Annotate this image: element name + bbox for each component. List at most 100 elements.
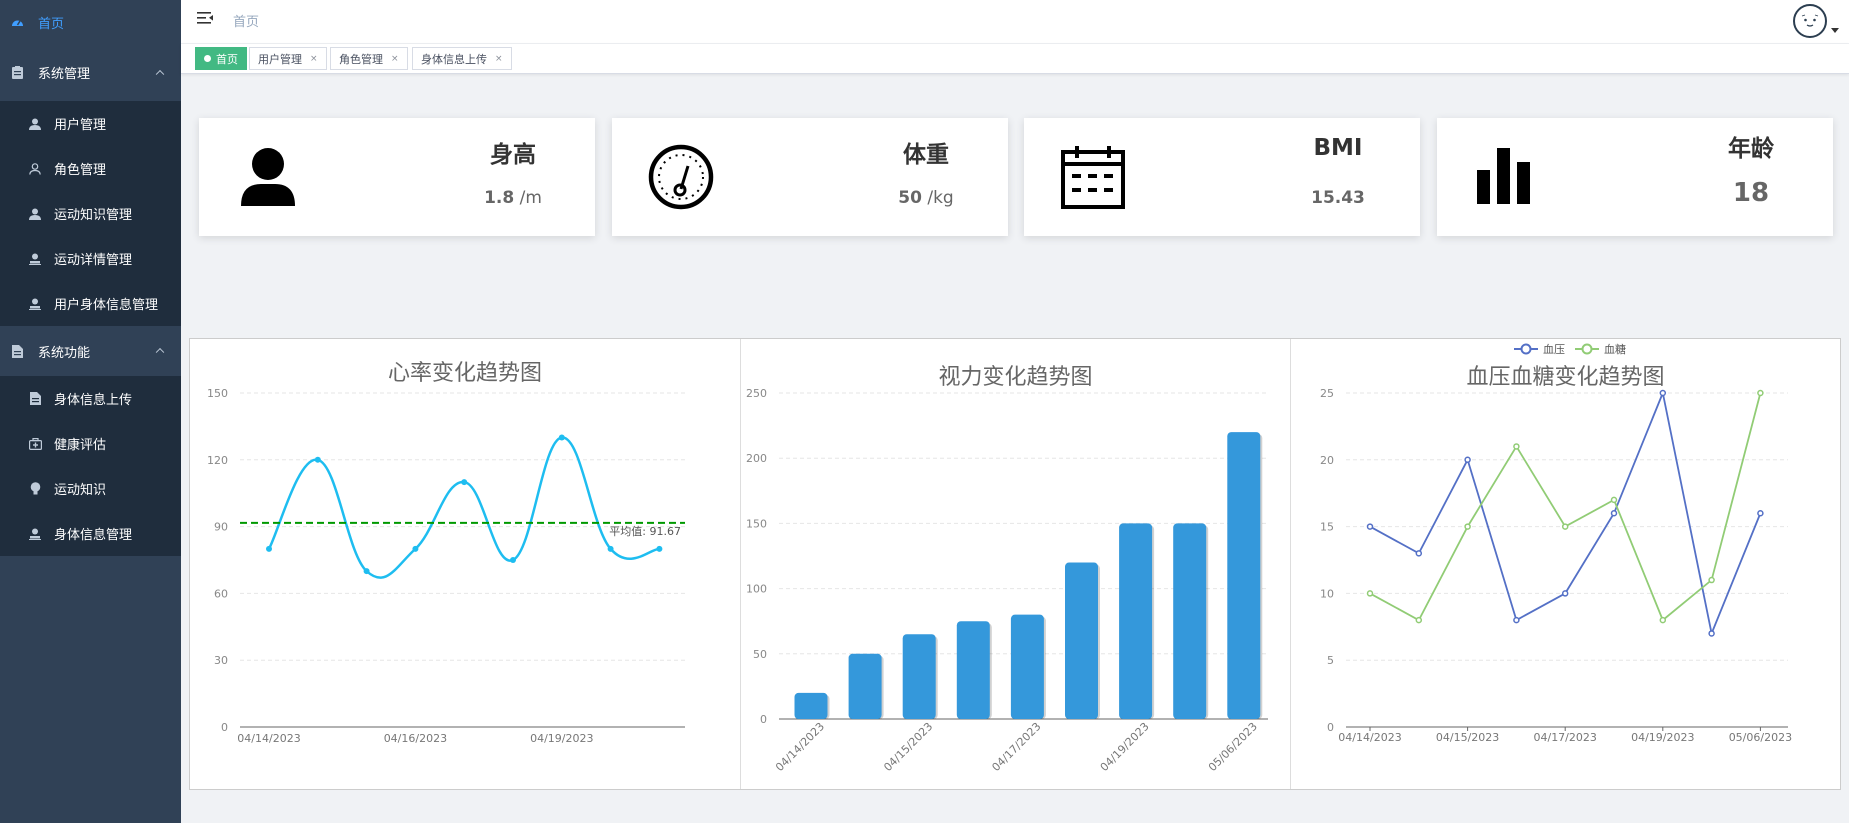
bar bbox=[1065, 562, 1098, 719]
charts-panel: 心率变化趋势图 0 30 60 90 120 150 平均值: 91.67 04/14/202… bbox=[189, 338, 1841, 790]
data-point bbox=[1659, 616, 1667, 624]
x-tick-label: 05/06/2023 bbox=[1206, 720, 1260, 774]
vision-chart: 视力变化趋势图 0 50 100 150 200 250 04/14/2023 04/15/2… bbox=[740, 339, 1290, 789]
heart-rate-line bbox=[267, 436, 660, 579]
tag-body-info-upload[interactable]: 身体信息上传 × bbox=[412, 47, 512, 70]
x-tick-label: 04/17/2023 bbox=[1533, 731, 1596, 744]
data-point bbox=[1513, 443, 1520, 450]
bar bbox=[794, 692, 828, 719]
user-stamp-icon bbox=[28, 297, 42, 311]
card-bmi: BMI 15.43 bbox=[1024, 118, 1420, 236]
card-value: 15.43 bbox=[1311, 188, 1365, 208]
y-tick-label: 0 bbox=[760, 713, 767, 726]
sidebar-item-home[interactable]: 首页 bbox=[0, 0, 181, 44]
data-point bbox=[1415, 616, 1423, 624]
tag-home[interactable]: 首页 bbox=[195, 47, 247, 70]
caret-down-icon[interactable] bbox=[1831, 28, 1839, 33]
sidebar-item-label: 用户身体信息管理 bbox=[54, 298, 159, 313]
x-tick-label: 04/19/2023 bbox=[1098, 720, 1152, 774]
y-tick-label: 150 bbox=[207, 387, 228, 400]
tags-view: 首页 用户管理 × 角色管理 × 身体信息上传 × bbox=[181, 44, 1849, 74]
person-icon bbox=[235, 144, 301, 210]
legend-marker bbox=[1520, 343, 1532, 355]
data-point bbox=[558, 434, 565, 441]
x-tick-label: 05/06/2023 bbox=[1729, 731, 1792, 744]
data-point bbox=[607, 545, 614, 552]
sidebar-item-label: 用户管理 bbox=[54, 118, 107, 133]
y-tick-label: 0 bbox=[221, 721, 228, 734]
sidebar: 首页 系统管理 用户管理 角色管理 运动知识管理 运动详情管理 用户身体信息管理 bbox=[0, 0, 181, 823]
close-icon[interactable]: × bbox=[310, 54, 318, 64]
submenu-system-function: 身体信息上传 健康评估 运动知识 身体信息管理 bbox=[0, 376, 181, 556]
y-tick-label: 150 bbox=[746, 517, 767, 530]
card-title: 体重 bbox=[903, 142, 949, 168]
sidebar-item-role-manage[interactable]: 角色管理 bbox=[0, 146, 181, 191]
chart-title: 心率变化趋势图 bbox=[387, 361, 542, 386]
data-point bbox=[363, 568, 370, 575]
legend-label: 血糖 bbox=[1604, 342, 1626, 356]
y-tick-label: 30 bbox=[214, 654, 228, 667]
bp-sugar-chart: 血压血糖变化趋势图 0 5 10 15 20 25 04/14/2023 04/15/2023… bbox=[1290, 339, 1840, 789]
x-tick-label: 04/17/2023 bbox=[989, 720, 1043, 774]
sidebar-item-exercise-knowledge[interactable]: 运动知识 bbox=[0, 466, 181, 511]
bar bbox=[1227, 432, 1261, 719]
lightbulb-icon bbox=[28, 482, 42, 496]
legend-marker bbox=[1581, 343, 1593, 355]
legend-label: 血压 bbox=[1543, 342, 1565, 356]
data-point bbox=[1366, 590, 1374, 597]
dashboard-icon bbox=[10, 15, 24, 29]
hamburger-menu-icon[interactable] bbox=[197, 10, 215, 28]
data-point bbox=[1464, 523, 1471, 530]
user-stamp-icon bbox=[28, 527, 42, 541]
sidebar-item-label: 运动知识 bbox=[54, 483, 107, 498]
document-icon bbox=[28, 392, 42, 406]
bar bbox=[1010, 614, 1044, 719]
tag-user-manage[interactable]: 用户管理 × bbox=[249, 47, 327, 70]
data-point bbox=[1659, 389, 1667, 397]
medical-kit-icon bbox=[28, 437, 42, 451]
data-point bbox=[1708, 630, 1715, 637]
sidebar-group-system-function[interactable]: 系统功能 bbox=[0, 326, 181, 376]
data-point bbox=[1561, 590, 1569, 597]
chevron-up-icon bbox=[155, 69, 165, 78]
user-outline-icon bbox=[28, 162, 42, 176]
card-title: 身高 bbox=[490, 142, 536, 168]
x-tick-label: 04/15/2023 bbox=[1436, 731, 1499, 744]
chevron-up-icon bbox=[155, 347, 165, 357]
sidebar-item-label: 首页 bbox=[38, 16, 65, 32]
tag-label: 角色管理 bbox=[339, 52, 383, 66]
bar bbox=[848, 653, 882, 719]
card-value: 1.8 /m bbox=[484, 188, 542, 208]
close-icon[interactable]: × bbox=[391, 54, 399, 64]
sidebar-item-exercise-knowledge-manage[interactable]: 运动知识管理 bbox=[0, 191, 181, 236]
data-point bbox=[656, 545, 663, 552]
data-point bbox=[1610, 509, 1618, 517]
tag-label: 身体信息上传 bbox=[421, 52, 487, 66]
data-point bbox=[1757, 389, 1764, 397]
breadcrumb[interactable]: 首页 bbox=[233, 11, 259, 30]
x-tick-label: 04/15/2023 bbox=[881, 720, 935, 774]
data-point bbox=[412, 545, 419, 552]
y-tick-label: 15 bbox=[1320, 521, 1334, 534]
sidebar-item-label: 身体信息上传 bbox=[54, 393, 133, 408]
x-tick-label: 04/19/2023 bbox=[1631, 731, 1694, 744]
data-point bbox=[1513, 616, 1520, 624]
sidebar-item-user-manage[interactable]: 用户管理 bbox=[0, 101, 181, 146]
card-age: 年龄 18 bbox=[1437, 118, 1833, 236]
sidebar-item-body-info-manage[interactable]: 身体信息管理 bbox=[0, 511, 181, 556]
bar-chart-icon bbox=[1475, 148, 1541, 214]
sidebar-item-health-assessment[interactable]: 健康评估 bbox=[0, 421, 181, 466]
sidebar-item-user-body-info-manage[interactable]: 用户身体信息管理 bbox=[0, 281, 181, 326]
sidebar-item-body-info-upload[interactable]: 身体信息上传 bbox=[0, 376, 181, 421]
gauge-icon bbox=[648, 144, 714, 210]
active-dot-icon bbox=[204, 55, 211, 62]
avatar[interactable] bbox=[1793, 4, 1827, 38]
calendar-icon bbox=[1060, 144, 1126, 210]
card-value: 50 /kg bbox=[898, 188, 954, 208]
close-icon[interactable]: × bbox=[495, 54, 503, 64]
sidebar-group-system-manage[interactable]: 系统管理 bbox=[0, 44, 181, 101]
chart-title: 血压血糖变化趋势图 bbox=[1466, 365, 1665, 390]
sidebar-item-exercise-detail-manage[interactable]: 运动详情管理 bbox=[0, 236, 181, 281]
data-point bbox=[1464, 456, 1471, 464]
tag-role-manage[interactable]: 角色管理 × bbox=[330, 47, 408, 70]
